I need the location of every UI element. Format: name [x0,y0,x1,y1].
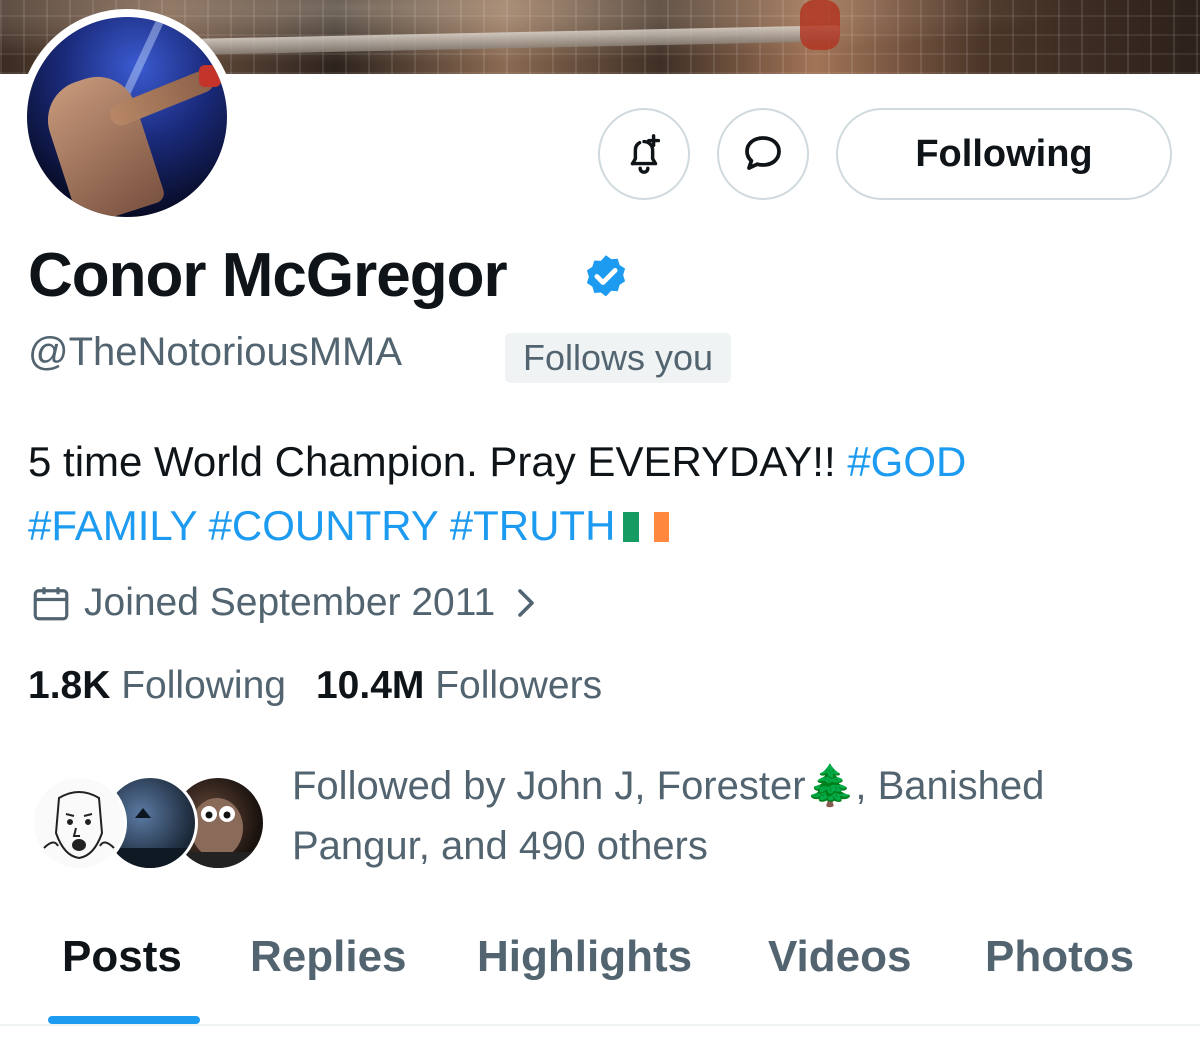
following-label: Following [121,664,286,707]
following-button[interactable]: Following [836,108,1172,200]
message-button[interactable] [717,108,809,200]
hashtag-god[interactable]: #GOD [847,438,966,485]
hashtag-truth[interactable]: #TRUTH [450,502,616,549]
followers-stat[interactable]: 10.4M Followers [316,664,602,707]
follow-stats: 1.8K Following 10.4M Followers [28,664,602,708]
hashtag-country[interactable]: #COUNTRY [209,502,439,549]
joined-date-row[interactable]: Joined September 2011 [30,578,539,628]
tab-highlights[interactable]: Highlights [477,932,692,982]
tab-posts[interactable]: Posts [62,932,182,982]
tabs-divider [0,1024,1200,1026]
message-bubble-icon [745,136,781,170]
display-name: Conor McGregor [28,241,508,310]
verified-badge-icon [586,255,626,297]
bio-text: 5 time World Champion. Pray EVERYDAY!! [28,438,848,485]
followers-label: Followers [435,664,603,707]
joined-date: Joined September 2011 [84,581,496,624]
active-tab-indicator [48,1016,200,1024]
hashtag-family[interactable]: #FAMILY [28,502,197,549]
chevron-right-icon [518,589,535,617]
follower-avatar-1[interactable] [31,775,127,871]
ireland-flag-icon [623,496,670,542]
banner-detail [800,0,840,50]
followed-by-line-2: Pangur, and 490 others [292,824,708,868]
profile-bio: 5 time World Champion. Pray EVERYDAY!! #… [28,430,1178,558]
profile-tabs: Posts Replies Highlights Videos Photos [0,920,1200,1025]
followed-by-line-1: Followed by John J, Forester🌲, Banished [292,764,1045,808]
tab-videos[interactable]: Videos [768,932,911,982]
tab-replies[interactable]: Replies [250,932,407,982]
calendar-icon [33,587,69,621]
following-stat[interactable]: 1.8K Following [28,664,286,707]
profile-avatar[interactable] [19,9,235,225]
followed-by-text[interactable]: Followed by John J, Forester🌲, Banished … [292,756,1152,876]
tab-photos[interactable]: Photos [985,932,1134,982]
follows-you-badge: Follows you [505,333,732,383]
followers-count: 10.4M [315,664,425,707]
following-count: 1.8K [28,664,111,707]
wojak-face-icon [43,791,115,860]
notifications-button[interactable] [598,108,690,200]
bell-plus-icon [630,134,661,174]
profile-handle: @TheNotoriousMMA [28,330,403,374]
